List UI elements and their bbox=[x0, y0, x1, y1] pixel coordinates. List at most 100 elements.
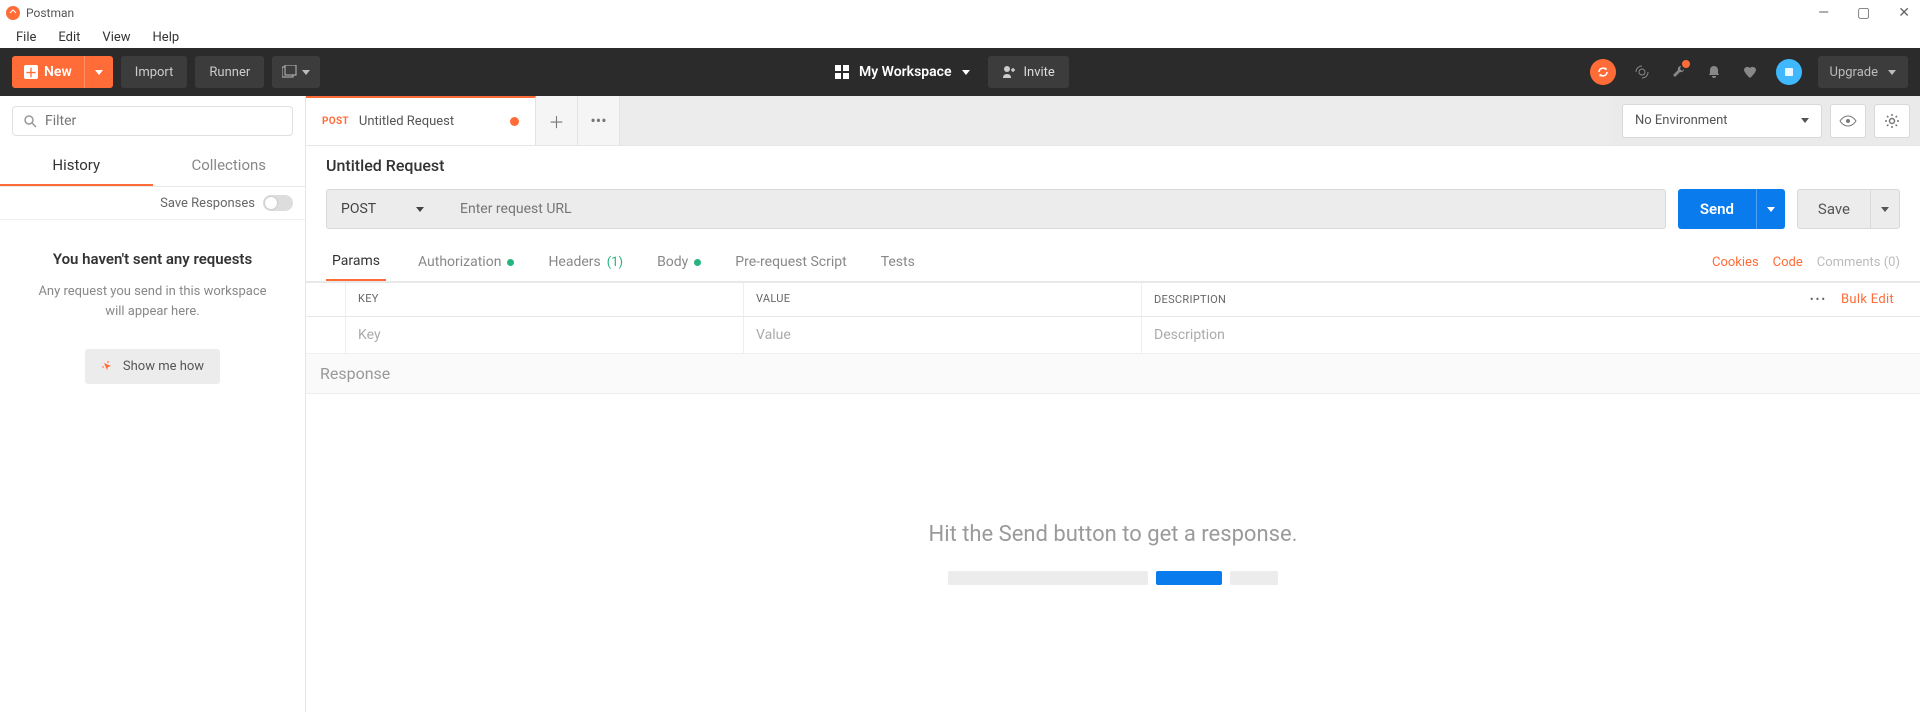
notification-dot-icon bbox=[1682, 60, 1690, 68]
tab-authorization[interactable]: Authorization bbox=[416, 243, 516, 281]
save-button[interactable]: Save bbox=[1797, 189, 1900, 229]
environment-selector[interactable]: No Environment bbox=[1622, 104, 1822, 138]
sync-button[interactable] bbox=[1590, 59, 1616, 85]
new-button-caret[interactable] bbox=[84, 56, 113, 88]
environment-region: No Environment bbox=[1612, 96, 1920, 145]
bootcamp-button[interactable] bbox=[1668, 62, 1688, 82]
eye-icon bbox=[1839, 115, 1857, 127]
response-section-title: Response bbox=[306, 354, 1920, 394]
window-titlebar: Postman — ▢ ✕ bbox=[0, 0, 1920, 26]
params-table: KEY VALUE DESCRIPTION ••• Bulk Edit Key … bbox=[306, 282, 1920, 354]
request-tab[interactable]: POST Untitled Request bbox=[306, 96, 536, 145]
send-button-caret[interactable] bbox=[1756, 189, 1785, 229]
person-add-icon bbox=[1002, 65, 1016, 79]
menu-view[interactable]: View bbox=[92, 28, 140, 47]
postman-logo-icon bbox=[6, 6, 20, 20]
http-method-selector[interactable]: POST bbox=[326, 189, 446, 229]
cursor-click-icon bbox=[101, 360, 115, 374]
grid-icon bbox=[835, 65, 849, 79]
tab-history[interactable]: History bbox=[0, 146, 153, 186]
save-button-caret[interactable] bbox=[1870, 190, 1899, 228]
new-tab-button[interactable]: ＋ bbox=[536, 96, 578, 145]
menu-help[interactable]: Help bbox=[143, 28, 190, 47]
unsaved-indicator-icon bbox=[510, 117, 519, 126]
history-empty-state: You haven't sent any requests Any reques… bbox=[0, 220, 305, 712]
menu-file[interactable]: File bbox=[6, 28, 46, 47]
request-tabs: POST Untitled Request ＋ ••• bbox=[306, 96, 1612, 145]
new-button-label: New bbox=[44, 64, 72, 80]
status-dot-icon bbox=[694, 259, 701, 266]
response-hint: Hit the Send button to get a response. bbox=[929, 522, 1298, 547]
tab-headers[interactable]: Headers (1) bbox=[546, 243, 625, 281]
sidebar: History Collections Save Responses You h… bbox=[0, 96, 306, 712]
plus-icon: ＋ bbox=[24, 65, 38, 79]
empty-heading: You haven't sent any requests bbox=[20, 250, 285, 268]
invite-button[interactable]: Invite bbox=[988, 56, 1069, 88]
chevron-down-icon bbox=[416, 207, 424, 212]
tab-prerequest[interactable]: Pre-request Script bbox=[733, 243, 848, 281]
table-options-button[interactable]: ••• bbox=[1810, 293, 1827, 306]
param-desc-input[interactable]: Description bbox=[1142, 317, 1920, 353]
bulk-edit-link[interactable]: Bulk Edit bbox=[1841, 292, 1894, 307]
response-empty-state: Hit the Send button to get a response. bbox=[306, 394, 1920, 712]
tab-tests[interactable]: Tests bbox=[879, 243, 917, 281]
workspace-label: My Workspace bbox=[859, 64, 952, 80]
tab-params[interactable]: Params bbox=[326, 243, 386, 281]
save-responses-label: Save Responses bbox=[160, 196, 255, 211]
satellite-icon bbox=[1633, 63, 1651, 81]
tab-options-button[interactable]: ••• bbox=[578, 96, 620, 145]
window-minimize-icon[interactable]: — bbox=[1818, 5, 1829, 21]
send-button[interactable]: Send bbox=[1678, 189, 1785, 229]
environment-settings-button[interactable] bbox=[1874, 104, 1910, 138]
table-corner bbox=[306, 283, 346, 316]
param-key-input[interactable]: Key bbox=[346, 317, 744, 353]
tab-body[interactable]: Body bbox=[655, 243, 703, 281]
menubar: File Edit View Help bbox=[0, 26, 1920, 48]
param-value-input[interactable]: Value bbox=[744, 317, 1142, 353]
runner-button[interactable]: Runner bbox=[195, 56, 264, 88]
comments-link[interactable]: Comments (0) bbox=[1817, 255, 1900, 270]
window-close-icon[interactable]: ✕ bbox=[1898, 5, 1910, 21]
new-button[interactable]: ＋ New bbox=[12, 56, 113, 88]
request-builder: POST Untitled Request ＋ ••• No Environme… bbox=[306, 96, 1920, 712]
chevron-down-icon bbox=[1888, 70, 1896, 75]
chevron-down-icon bbox=[1801, 118, 1809, 123]
show-me-how-button[interactable]: Show me how bbox=[85, 349, 220, 384]
window-maximize-icon[interactable]: ▢ bbox=[1857, 5, 1870, 21]
bell-icon bbox=[1706, 64, 1722, 80]
upgrade-button[interactable]: Upgrade bbox=[1818, 56, 1908, 88]
main-toolbar: ＋ New Import Runner My Workspace Invite bbox=[0, 48, 1920, 96]
window-stack-icon bbox=[282, 65, 298, 79]
save-responses-toggle[interactable] bbox=[263, 195, 293, 211]
sync-icon bbox=[1596, 65, 1610, 79]
heart-icon bbox=[1742, 64, 1758, 80]
filter-input-wrapper[interactable] bbox=[12, 106, 293, 136]
code-link[interactable]: Code bbox=[1773, 255, 1803, 270]
chevron-down-icon bbox=[962, 70, 970, 75]
tab-title: Untitled Request bbox=[359, 114, 454, 129]
import-button[interactable]: Import bbox=[121, 56, 188, 88]
col-value: VALUE bbox=[744, 283, 1142, 316]
table-row[interactable]: Key Value Description bbox=[306, 317, 1920, 354]
menu-edit[interactable]: Edit bbox=[48, 28, 90, 47]
tab-method-badge: POST bbox=[322, 116, 349, 127]
col-desc: DESCRIPTION ••• Bulk Edit bbox=[1142, 283, 1920, 316]
search-icon bbox=[23, 114, 37, 128]
request-url-input[interactable] bbox=[446, 189, 1666, 229]
avatar-icon bbox=[1782, 65, 1796, 79]
tab-collections[interactable]: Collections bbox=[153, 146, 306, 186]
favorite-button[interactable] bbox=[1740, 62, 1760, 82]
workspace-selector[interactable]: My Workspace bbox=[825, 60, 980, 84]
request-title[interactable]: Untitled Request bbox=[306, 146, 1920, 181]
user-avatar[interactable] bbox=[1776, 59, 1802, 85]
new-window-button[interactable] bbox=[272, 56, 320, 88]
filter-input[interactable] bbox=[45, 113, 282, 129]
capture-button[interactable] bbox=[1632, 62, 1652, 82]
empty-text: Any request you send in this workspace w… bbox=[20, 282, 285, 321]
app-title: Postman bbox=[26, 6, 74, 20]
gear-icon bbox=[1884, 113, 1900, 129]
notifications-button[interactable] bbox=[1704, 62, 1724, 82]
cookies-link[interactable]: Cookies bbox=[1712, 255, 1759, 270]
environment-quicklook-button[interactable] bbox=[1830, 104, 1866, 138]
response-skeleton-graphic bbox=[948, 571, 1278, 585]
